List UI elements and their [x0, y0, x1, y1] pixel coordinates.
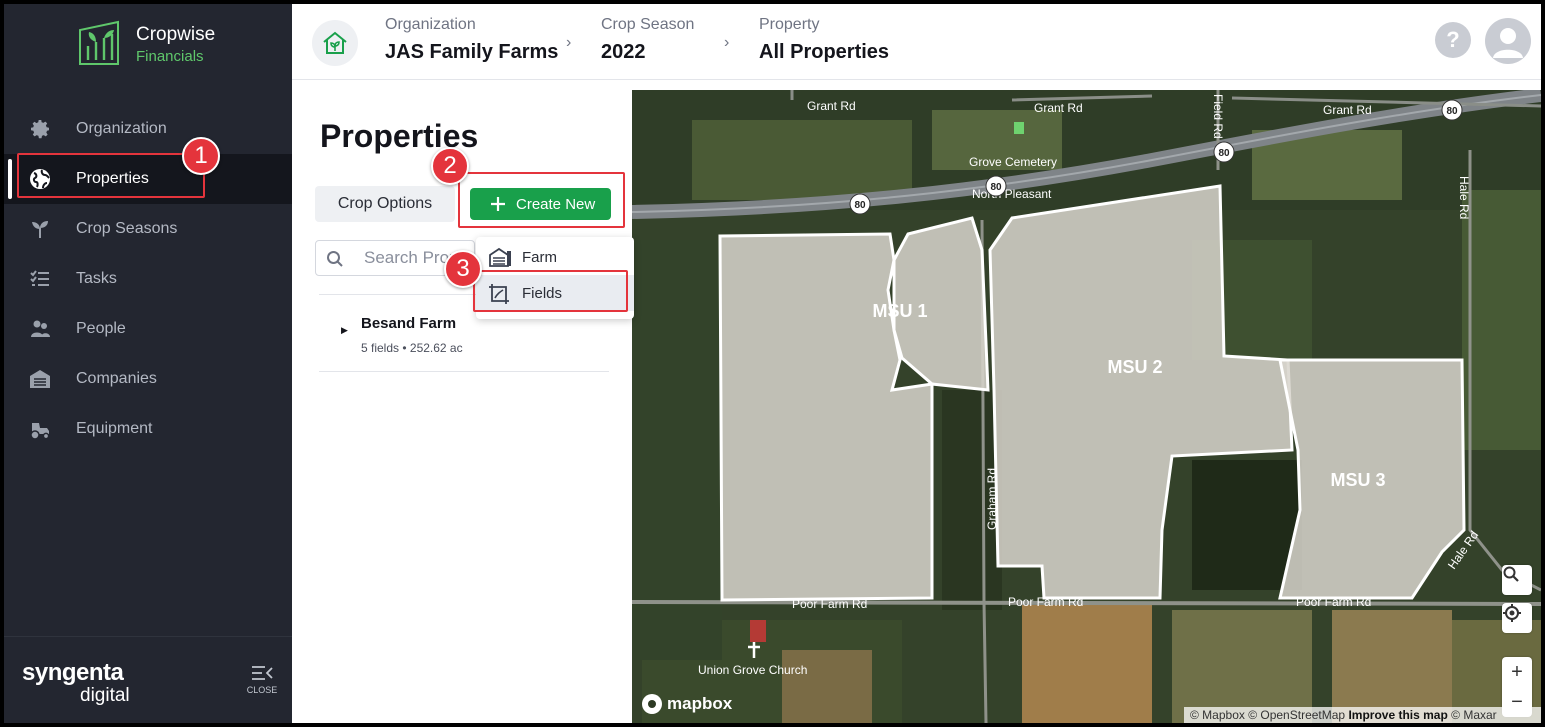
breadcrumb-label: Property — [759, 16, 820, 33]
sidebar-item-label: Tasks — [76, 270, 117, 287]
mapbox-label: mapbox — [667, 694, 733, 713]
map-search-button[interactable] — [1502, 565, 1532, 595]
cropwise-logo-icon — [76, 20, 122, 66]
breadcrumb-value: 2022 — [601, 41, 646, 63]
sidebar-item-label: Crop Seasons — [76, 220, 178, 237]
top-header: Organization JAS Family Farms › Crop Sea… — [292, 4, 1541, 80]
chevron-right-icon: › — [724, 34, 730, 51]
highway-shield: 80 — [990, 182, 1002, 193]
farm-icon — [488, 247, 512, 271]
search-icon — [1503, 566, 1519, 582]
locate-icon — [1503, 604, 1521, 622]
sprout-icon — [28, 217, 52, 241]
sidebar-item-label: Equipment — [76, 420, 153, 437]
mapbox-icon — [642, 694, 662, 714]
road-label: Poor Farm Rd — [1008, 595, 1083, 609]
avatar[interactable] — [1485, 18, 1531, 64]
sidebar-item-organization[interactable]: Organization — [4, 104, 292, 154]
people-icon — [28, 317, 52, 341]
logo-line1: syngenta — [22, 659, 124, 686]
field-label-msu1[interactable]: MSU 1 — [872, 301, 927, 321]
sidebar-item-crop-seasons[interactable]: Crop Seasons — [4, 204, 292, 254]
map-attribution: © Mapbox © OpenStreetMap Improve this ma… — [1184, 707, 1541, 723]
collapse-label: CLOSE — [246, 685, 278, 695]
sidebar-item-label: People — [76, 320, 126, 337]
farm-meta: 5 fields • 252.62 ac — [361, 341, 463, 355]
attribution-text[interactable]: © Maxar — [1451, 708, 1497, 722]
sidebar-item-tasks[interactable]: Tasks — [4, 254, 292, 304]
breadcrumb-label: Crop Season — [601, 16, 695, 33]
step-badge-2: 2 — [431, 147, 469, 185]
syngenta-digital-logo: syngenta digital — [22, 659, 130, 706]
callout-box-step2 — [458, 172, 625, 228]
logo-line2: digital — [80, 685, 130, 706]
brand-product: Financials — [136, 48, 204, 65]
chevron-right-icon: › — [566, 34, 572, 51]
road-label: Hale Rd — [1457, 176, 1471, 219]
road-label: Grant Rd — [807, 99, 856, 113]
place-label: North Pleasant — [972, 187, 1052, 201]
map-canvas: MSU 1 MSU 2 MSU 3 Grant Rd Grant Rd Gran… — [632, 90, 1541, 723]
sidebar: Cropwise Financials Organization Propert… — [4, 4, 292, 723]
app-window: Cropwise Financials Organization Propert… — [0, 0, 1545, 727]
brand-logo[interactable]: Cropwise Financials — [76, 18, 236, 74]
tractor-icon — [28, 417, 52, 441]
breadcrumb-crop-season[interactable]: Crop Season 2022 — [601, 16, 694, 64]
menu-item-label: Farm — [522, 248, 557, 266]
road-label: Poor Farm Rd — [1296, 595, 1371, 609]
crop-options-button[interactable]: Crop Options — [315, 186, 455, 222]
home-icon[interactable] — [312, 20, 358, 66]
sidebar-item-people[interactable]: People — [4, 304, 292, 354]
expand-caret-icon[interactable]: ▶ — [341, 325, 348, 336]
cemetery-icon — [1014, 122, 1024, 134]
sidebar-item-label: Organization — [76, 120, 167, 137]
road-label: Graham Rd — [985, 468, 999, 530]
sidebar-item-companies[interactable]: Companies — [4, 354, 292, 404]
zoom-in-button[interactable]: + — [1502, 657, 1532, 687]
map-locate-button[interactable] — [1502, 603, 1532, 633]
step-badge-1: 1 — [182, 137, 220, 175]
brand-name: Cropwise — [136, 24, 216, 45]
road-label: Poor Farm Rd — [792, 597, 867, 611]
breadcrumb-label: Organization — [385, 16, 476, 33]
breadcrumb-value: JAS Family Farms — [385, 41, 559, 63]
collapse-sidebar-button[interactable]: CLOSE — [244, 665, 280, 695]
field-label-msu3[interactable]: MSU 3 — [1330, 470, 1385, 490]
breadcrumb-property[interactable]: Property All Properties — [759, 16, 889, 64]
gear-icon — [28, 117, 52, 141]
mapbox-logo: mapbox — [642, 694, 732, 714]
farm-name: Besand Farm — [361, 315, 457, 332]
satellite-map[interactable]: MSU 1 MSU 2 MSU 3 Grant Rd Grant Rd Gran… — [632, 90, 1541, 723]
sidebar-item-label: Companies — [76, 370, 157, 387]
highway-shield: 80 — [1218, 148, 1230, 159]
road-label: Grant Rd — [1323, 103, 1372, 117]
highway-shield: 80 — [854, 200, 866, 211]
checklist-icon — [28, 267, 52, 291]
callout-box-step1 — [17, 153, 205, 198]
step-badge-3: 3 — [444, 250, 482, 288]
field-label-msu2[interactable]: MSU 2 — [1107, 357, 1162, 377]
sidebar-footer: syngenta digital CLOSE — [4, 636, 292, 723]
breadcrumb-organization[interactable]: Organization JAS Family Farms — [385, 16, 558, 64]
highway-shield: 80 — [1446, 106, 1458, 117]
sidebar-item-equipment[interactable]: Equipment — [4, 404, 292, 454]
attribution-text[interactable]: © Mapbox © OpenStreetMap — [1190, 708, 1345, 722]
improve-map-link[interactable]: Improve this map — [1348, 708, 1447, 722]
warehouse-icon — [28, 367, 52, 391]
help-icon[interactable]: ? — [1435, 22, 1471, 58]
place-label: Grove Cemetery — [969, 155, 1057, 169]
collapse-menu-icon — [252, 666, 273, 680]
breadcrumb-value: All Properties — [759, 41, 890, 63]
place-label: Union Grove Church — [698, 663, 807, 677]
road-label: Field Rd — [1211, 94, 1225, 139]
search-icon — [327, 251, 343, 267]
callout-box-step3 — [473, 270, 628, 312]
road-label: Grant Rd — [1034, 101, 1083, 115]
